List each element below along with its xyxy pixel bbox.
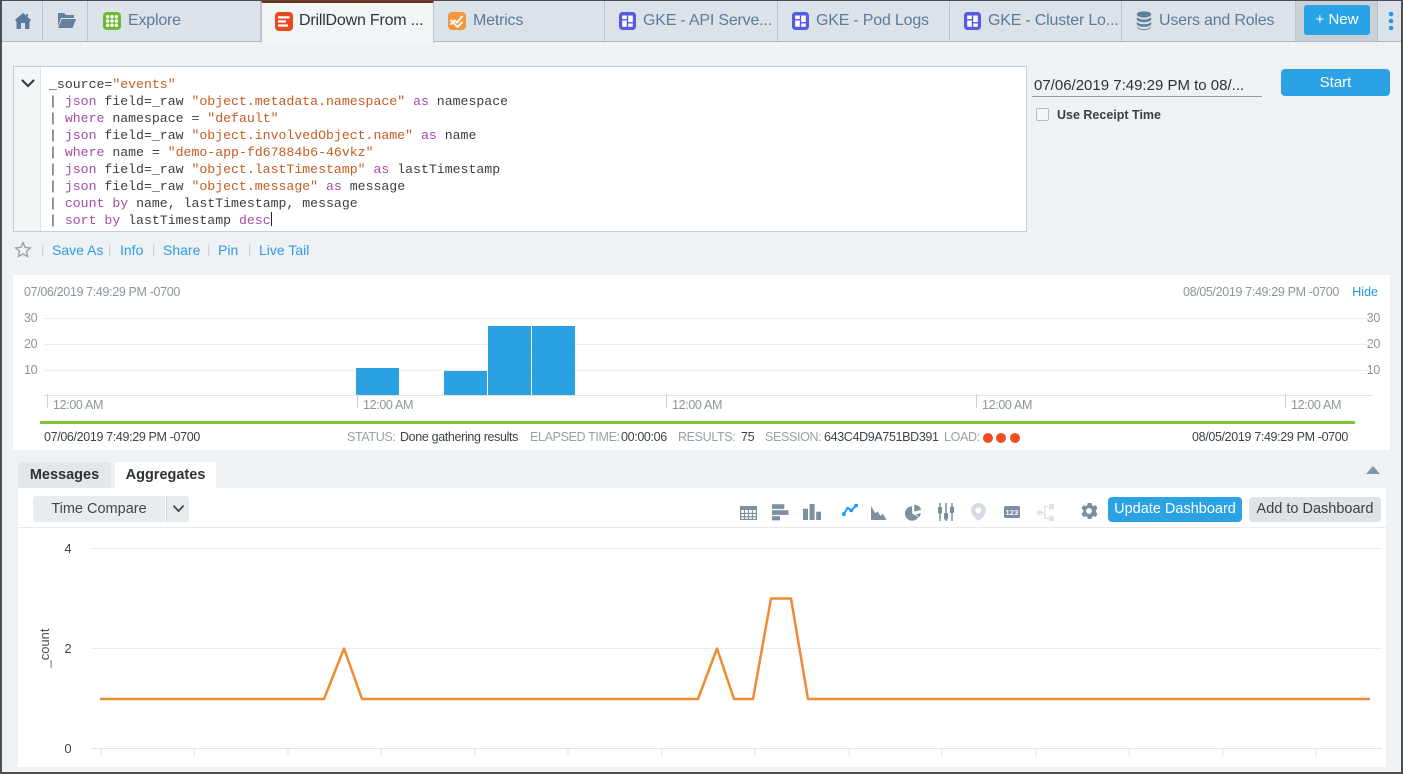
svg-text:2: 2 (64, 641, 71, 656)
svg-text:0: 0 (64, 741, 71, 756)
svg-text:4: 4 (64, 541, 71, 556)
svg-text:123: 123 (1005, 508, 1018, 517)
svg-text:_count: _count (37, 628, 52, 668)
